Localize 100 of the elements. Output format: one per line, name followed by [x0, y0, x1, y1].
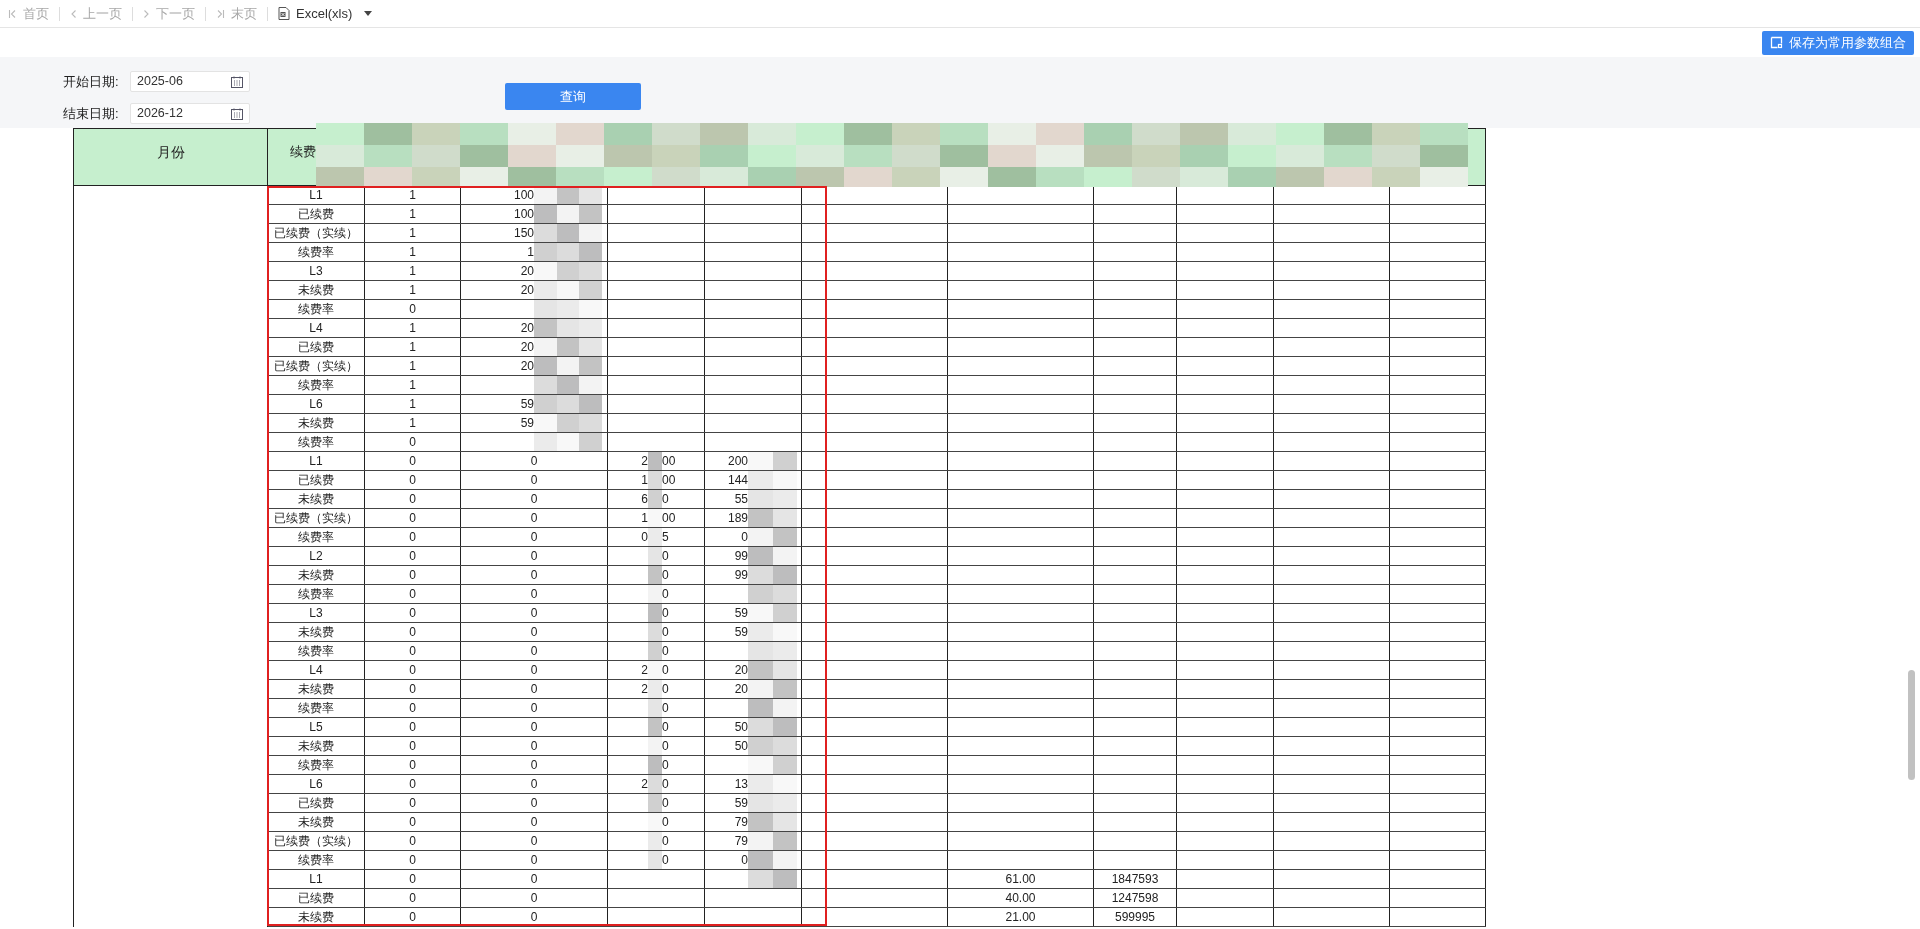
table-cell-text: 0 — [530, 529, 538, 546]
row-label: L6 — [309, 776, 323, 793]
table-cell-text: 0 — [409, 852, 416, 869]
table-cell-text: 0 — [530, 586, 538, 603]
table-cell-text: 0 — [530, 909, 538, 926]
table-cell: 1 — [641, 511, 648, 525]
table-cell-text: 0 — [409, 814, 416, 831]
table-cell-text: 0 — [409, 472, 416, 489]
row-label: 已续费 — [298, 206, 334, 223]
table-cell-text: 1 — [409, 358, 416, 375]
table-cell: 200 — [727, 454, 748, 468]
table-cell-text: 1 — [409, 415, 416, 432]
table-cell-text: 0 — [409, 738, 416, 755]
table-cell-text: 0 — [530, 624, 538, 641]
table-cell-text: 0 — [530, 567, 538, 584]
table-cell: 20 — [734, 682, 748, 696]
row-label: L4 — [309, 320, 323, 337]
table-cell: 79 — [734, 815, 748, 829]
save-parameters-button[interactable]: 保存为常用参数组合 — [1762, 30, 1914, 55]
table-cell: 189 — [727, 511, 748, 525]
table-cell-text: 0 — [530, 890, 538, 907]
table-cell-text: 0 — [530, 548, 538, 565]
table-cell-text: 0 — [662, 719, 669, 736]
row-label: 续费率 — [298, 529, 334, 546]
table-cell-text: 0 — [409, 871, 416, 888]
table-cell-text: 0 — [530, 852, 538, 869]
table-cell-text: 1847593 — [1111, 871, 1159, 888]
table-cell-text: 0 — [662, 491, 669, 508]
table-cell-text: 0 — [662, 776, 669, 793]
table-cell-text: 0 — [409, 890, 416, 907]
row-label: 未续费 — [298, 814, 334, 831]
table-cell-text: 0 — [662, 833, 669, 850]
row-label: 未续费 — [298, 567, 334, 584]
table-cell-text: 0 — [662, 738, 669, 755]
table-cell: 1 — [641, 473, 648, 487]
table-cell-text: 1 — [409, 263, 416, 280]
row-label: 未续费 — [298, 415, 334, 432]
table-cell-text: 0 — [530, 795, 538, 812]
table-cell-text: 0 — [409, 795, 416, 812]
row-label: 续费率 — [298, 301, 334, 318]
table-cell-text: 0 — [662, 681, 669, 698]
calendar-icon — [231, 75, 243, 88]
row-label: 未续费 — [298, 738, 334, 755]
table-cell-text: 1 — [409, 377, 416, 394]
table-cell: 79 — [734, 834, 748, 848]
table-cell: 20 — [520, 283, 534, 297]
table-cell-text: 00 — [662, 472, 676, 489]
table-cell-text: 0 — [409, 301, 416, 318]
table-cell: 1 — [527, 245, 534, 259]
table-cell-text: 0 — [409, 624, 416, 641]
first-page-icon — [8, 8, 17, 19]
field-label: 开始日期: — [63, 72, 120, 91]
table-cell-text: 0 — [530, 833, 538, 850]
row-label: 未续费 — [298, 909, 334, 926]
table-cell-text: 0 — [409, 909, 416, 926]
row-label: 未续费 — [298, 624, 334, 641]
table-cell-text: 0 — [409, 567, 416, 584]
table-cell-text: 1 — [409, 206, 416, 223]
table-cell: 144 — [727, 473, 748, 487]
spreadsheet-file-icon — [278, 7, 290, 20]
table-cell-text: 0 — [409, 510, 416, 527]
table-cell: 100 — [513, 188, 534, 202]
export-format-dropdown[interactable]: Excel(xls) — [278, 3, 373, 24]
table-cell-text: 0 — [409, 548, 416, 565]
table-cell-text: 0 — [409, 681, 416, 698]
table-cell-text: 0 — [409, 453, 416, 470]
row-label: 续费率 — [298, 377, 334, 394]
row-label: L3 — [309, 605, 323, 622]
table-cell: 20 — [520, 359, 534, 373]
row-label: 已续费 — [298, 890, 334, 907]
table-cell: 150 — [513, 226, 534, 240]
table-cell-text: 0 — [530, 605, 538, 622]
row-label: 已续费（实续） — [274, 225, 358, 242]
query-button[interactable]: 查询 — [505, 83, 641, 110]
row-label: 续费率 — [298, 757, 334, 774]
save-icon — [1770, 36, 1783, 49]
table-cell: 59 — [520, 416, 534, 430]
table-cell-text: 1 — [409, 320, 416, 337]
table-cell-text: 0 — [530, 491, 538, 508]
table-cell: 6 — [641, 492, 648, 506]
previous-icon — [70, 8, 77, 19]
row-label: L5 — [309, 719, 323, 736]
column-header: 续费 — [290, 143, 316, 162]
row-label: L3 — [309, 263, 323, 280]
table-cell-text: 0 — [530, 738, 538, 755]
table-cell-text: 1247598 — [1111, 890, 1159, 907]
table-cell: 50 — [734, 739, 748, 753]
date-field[interactable]: 2026-12 — [130, 103, 250, 124]
row-label: 未续费 — [298, 681, 334, 698]
table-cell-text: 0 — [662, 852, 669, 869]
table-cell-text: 40.00 — [1005, 890, 1036, 907]
table-cell-text: 0 — [530, 757, 538, 774]
table-cell-text: 0 — [530, 662, 538, 679]
table-cell-text: 0 — [530, 871, 538, 888]
table-cell-text: 0 — [530, 814, 538, 831]
table-cell: 99 — [734, 568, 748, 582]
table-cell-text: 0 — [409, 833, 416, 850]
scrollbar-thumb[interactable] — [1908, 670, 1915, 780]
caret-icon — [364, 11, 373, 16]
date-field[interactable]: 2025-06 — [130, 71, 250, 92]
